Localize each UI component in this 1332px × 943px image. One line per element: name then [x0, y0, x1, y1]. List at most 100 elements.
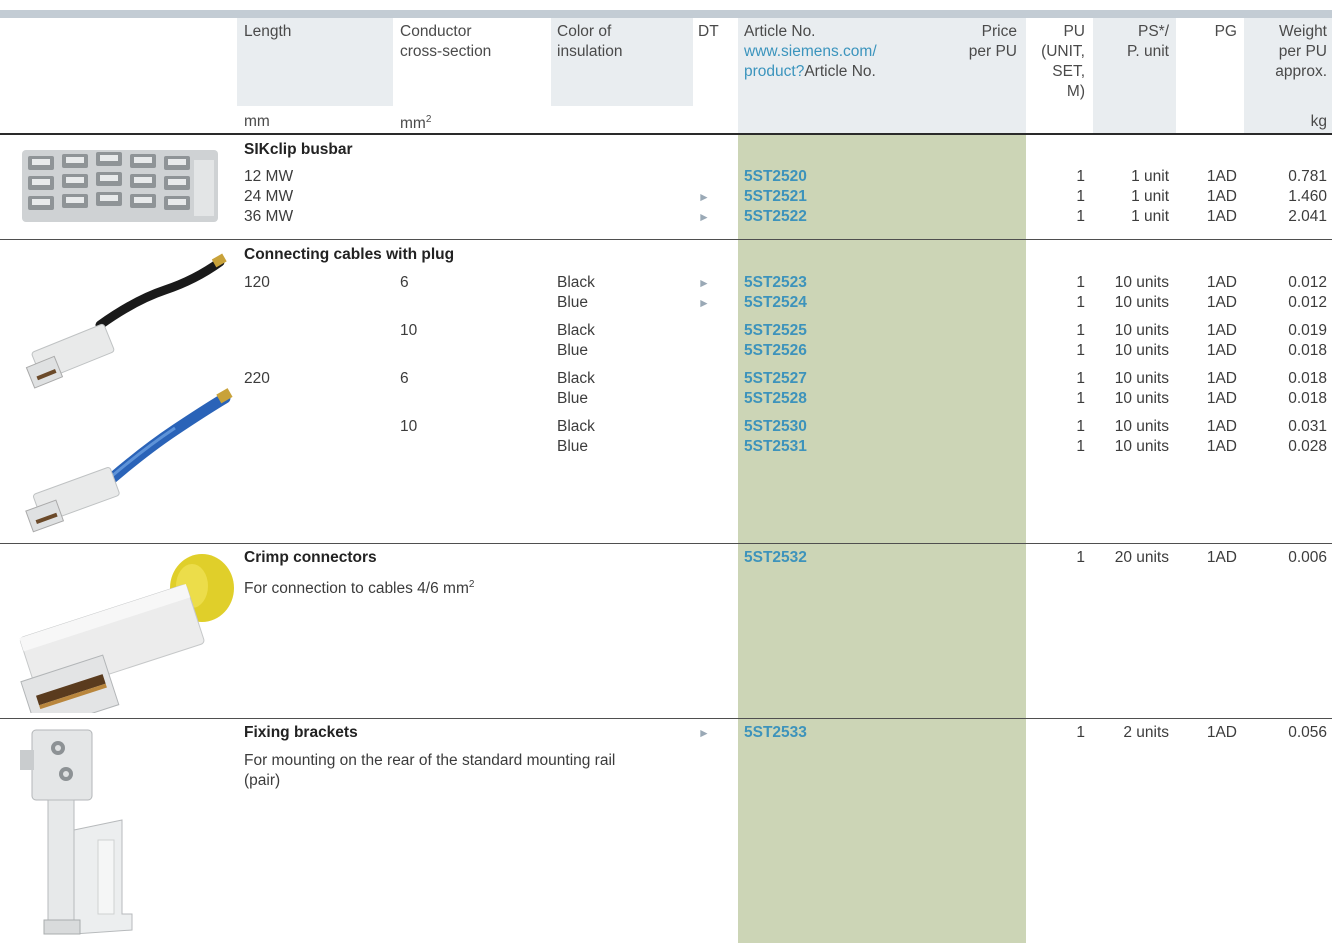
article-number[interactable]: 5ST2522 — [744, 207, 807, 227]
pg-cell: 1AD — [1206, 438, 1237, 455]
pg-cell: 1AD — [1206, 549, 1237, 566]
ps-cell: 1 unit — [1131, 208, 1169, 225]
cross-section-cell: 6 — [400, 274, 409, 291]
color-cell: Black — [557, 418, 595, 435]
top-bar — [0, 10, 1332, 18]
length-cell: 36 MW — [244, 208, 294, 225]
length-cell: 12 MW — [244, 168, 294, 185]
dt-arrow-icon: ► — [698, 190, 710, 204]
table-row: ► 5ST2533 1 2 units 1AD 0.056 — [0, 723, 1332, 743]
weight-cell: 0.018 — [1288, 342, 1327, 359]
article-number[interactable]: 5ST2527 — [744, 369, 807, 389]
header-price: Price per PU — [968, 23, 1017, 60]
article-link[interactable]: www.siemens.com/ — [744, 42, 877, 62]
ps-cell: 1 unit — [1131, 168, 1169, 185]
ps-cell: 1 unit — [1131, 188, 1169, 205]
color-cell: Blue — [557, 294, 589, 311]
color-cell: Blue — [557, 342, 589, 359]
pu-cell: 1 — [1076, 390, 1085, 407]
pu-cell: 1 — [1076, 549, 1085, 566]
pg-cell: 1AD — [1206, 168, 1237, 185]
weight-cell: 2.041 — [1288, 208, 1327, 225]
length-cell: 24 MW — [244, 188, 294, 205]
pu-cell: 1 — [1076, 188, 1085, 205]
header-ps: PS*/P. unit — [1127, 23, 1169, 60]
pg-cell: 1AD — [1206, 322, 1237, 339]
article-number[interactable]: 5ST2525 — [744, 321, 807, 341]
color-cell: Black — [557, 322, 595, 339]
article-number[interactable]: 5ST2520 — [744, 167, 807, 187]
header-article: Article No. www.siemens.com/ product?Art… — [744, 23, 877, 80]
header-pu: PU (UNIT, SET, M) — [1041, 23, 1085, 100]
dt-arrow-icon: ► — [698, 210, 710, 224]
section-title-busbar: SIKclip busbar — [244, 141, 353, 158]
header-dt: DT — [698, 23, 719, 40]
header-weight: Weight per PU approx. — [1275, 23, 1327, 80]
article-number[interactable]: 5ST2524 — [744, 293, 807, 313]
section-divider — [0, 239, 1332, 240]
article-column-highlight — [738, 134, 1026, 943]
article-number[interactable]: 5ST2530 — [744, 417, 807, 437]
pg-cell: 1AD — [1206, 274, 1237, 291]
weight-cell: 0.012 — [1288, 294, 1327, 311]
article-number[interactable]: 5ST2528 — [744, 389, 807, 409]
crimp-connector-image — [19, 554, 234, 713]
pu-cell: 1 — [1076, 418, 1085, 435]
ps-cell: 10 units — [1114, 390, 1169, 407]
section-title-cables: Connecting cables with plug — [244, 246, 455, 263]
weight-cell: 0.018 — [1288, 370, 1327, 387]
fixing-bracket-image — [20, 729, 133, 935]
section-divider — [0, 718, 1332, 719]
article-number[interactable]: 5ST2531 — [744, 437, 807, 457]
unit-mm: mm — [244, 113, 270, 130]
dt-arrow-icon: ► — [698, 276, 710, 290]
ps-cell: 20 units — [1114, 549, 1169, 566]
cable-images — [25, 253, 233, 533]
article-number[interactable]: 5ST2521 — [744, 187, 807, 207]
pg-cell: 1AD — [1206, 188, 1237, 205]
article-number[interactable]: 5ST2533 — [744, 723, 807, 743]
pu-cell: 1 — [1076, 168, 1085, 185]
unit-kg: kg — [1310, 113, 1327, 130]
ps-cell: 10 units — [1114, 370, 1169, 387]
busbar-image — [22, 150, 218, 222]
ps-cell: 10 units — [1114, 438, 1169, 455]
pu-cell: 1 — [1076, 370, 1085, 387]
weight-cell: 1.460 — [1288, 188, 1327, 205]
color-cell: Blue — [557, 390, 589, 407]
crimp-description: For connection to cables 4/6 mm2 — [244, 579, 475, 598]
weight-cell: 0.028 — [1288, 438, 1327, 455]
color-cell: Black — [557, 274, 595, 291]
length-cell: 120 — [244, 274, 270, 291]
pu-cell: 1 — [1076, 274, 1085, 291]
weight-cell: 0.019 — [1288, 322, 1327, 339]
article-link-2[interactable]: product? — [744, 63, 804, 80]
cross-section-cell: 10 — [400, 418, 418, 435]
ps-cell: 10 units — [1114, 274, 1169, 291]
article-number[interactable]: 5ST2523 — [744, 273, 807, 293]
weight-cell: 0.018 — [1288, 390, 1327, 407]
cross-section-cell: 6 — [400, 370, 409, 387]
pu-cell: 1 — [1076, 208, 1085, 225]
brackets-description: For mounting on the rear of the standard… — [244, 752, 616, 789]
article-number[interactable]: 5ST2532 — [744, 548, 807, 568]
weight-cell: 0.012 — [1288, 274, 1327, 291]
cross-section-cell: 10 — [400, 322, 418, 339]
weight-cell: 0.056 — [1288, 724, 1327, 741]
ps-cell: 10 units — [1114, 294, 1169, 311]
ps-cell: 10 units — [1114, 418, 1169, 435]
ps-cell: 10 units — [1114, 342, 1169, 359]
pu-cell: 1 — [1076, 342, 1085, 359]
pg-cell: 1AD — [1206, 390, 1237, 407]
article-number[interactable]: 5ST2526 — [744, 341, 807, 361]
weight-cell: 0.031 — [1288, 418, 1327, 435]
pg-cell: 1AD — [1206, 418, 1237, 435]
section-divider — [0, 543, 1332, 544]
pg-cell: 1AD — [1206, 208, 1237, 225]
dt-arrow-icon: ► — [698, 726, 710, 740]
pg-cell: 1AD — [1206, 294, 1237, 311]
header-rule — [0, 133, 1332, 135]
pu-cell: 1 — [1076, 438, 1085, 455]
ps-cell: 10 units — [1114, 322, 1169, 339]
ps-cell: 2 units — [1123, 724, 1169, 741]
